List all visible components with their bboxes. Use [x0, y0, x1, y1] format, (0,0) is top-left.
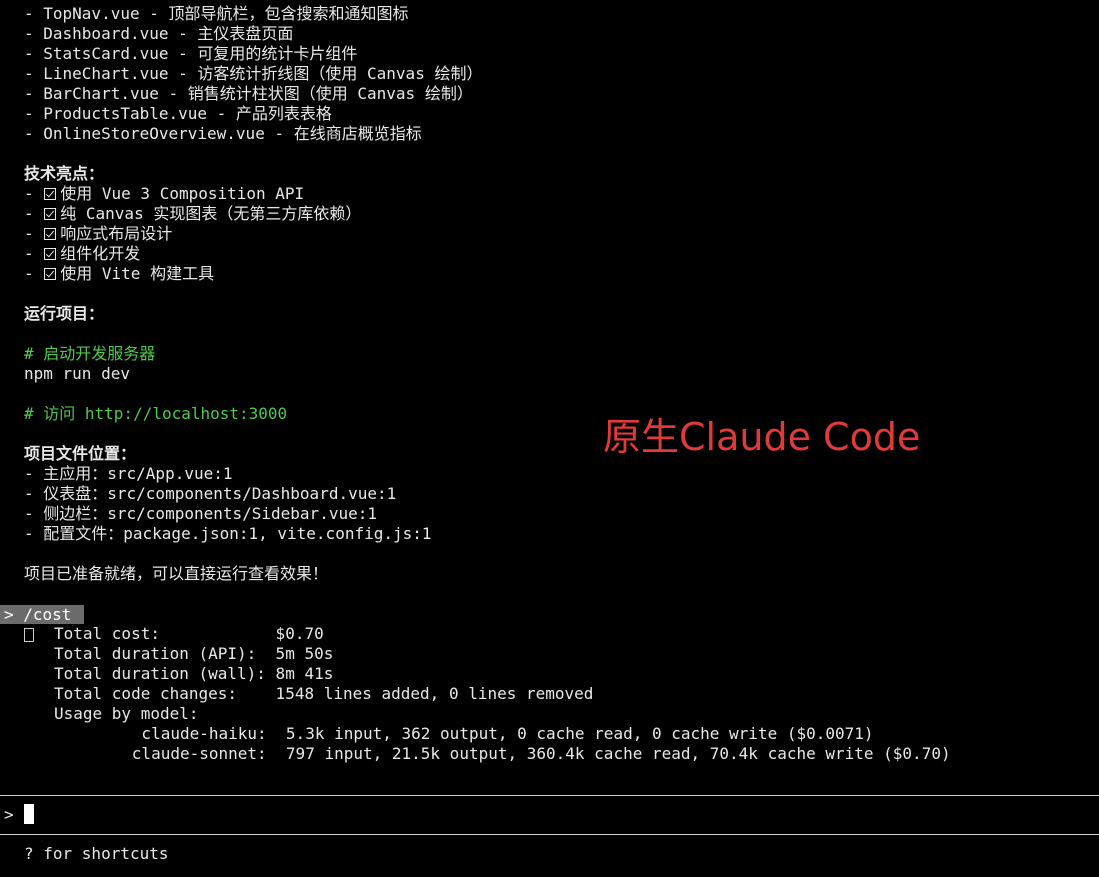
- cost-row: Total cost: $0.70: [54, 624, 324, 643]
- highlight-item-label: 使用 Vite 构建工具: [60, 264, 215, 283]
- ready-message: 项目已准备就绪，可以直接运行查看效果！: [24, 564, 329, 583]
- highlight-item: - 响应式布局设计: [24, 224, 173, 243]
- model-usage-row: claude-sonnet: 797 input, 21.5k output, …: [74, 744, 951, 763]
- checkbox-checked-icon: [44, 208, 57, 220]
- highlight-item: - 纯 Canvas 实现图表（无第三方库依赖）: [24, 204, 362, 223]
- component-list-item: - TopNav.vue - 顶部导航栏，包含搜索和通知图标: [24, 4, 409, 23]
- cost-row: Total code changes: 1548 lines added, 0 …: [54, 684, 594, 703]
- component-list-item: - StatsCard.vue - 可复用的统计卡片组件: [24, 44, 358, 63]
- overlay-caption: 原生Claude Code: [603, 415, 921, 459]
- run-heading: 运行项目：: [24, 304, 105, 323]
- highlight-item: - 使用 Vue 3 Composition API: [24, 184, 305, 203]
- cost-row: Usage by model:: [54, 704, 199, 723]
- highlights-heading: 技术亮点：: [24, 164, 105, 183]
- checkbox-checked-icon: [44, 188, 57, 200]
- cost-row: Total duration (API): 5m 50s: [54, 644, 334, 663]
- component-list-item: - OnlineStoreOverview.vue - 在线商店概览指标: [24, 124, 422, 143]
- component-list-item: - ProductsTable.vue - 产品列表表格: [24, 104, 332, 123]
- text-cursor[interactable]: [24, 804, 34, 824]
- file-location-item: - 主应用：src/App.vue:1: [24, 464, 233, 483]
- highlight-item: - 使用 Vite 构建工具: [24, 264, 215, 283]
- cost-row: Total duration (wall): 8m 41s: [54, 664, 334, 683]
- model-usage-row: claude-haiku: 5.3k input, 362 output, 0 …: [74, 724, 874, 743]
- checkbox-checked-icon: [44, 268, 57, 280]
- input-bottom-divider: [0, 834, 1099, 835]
- file-location-item: - 配置文件：package.json:1, vite.config.js:1: [24, 524, 432, 543]
- highlight-item-label: 使用 Vue 3 Composition API: [60, 184, 305, 203]
- highlight-item-label: 纯 Canvas 实现图表（无第三方库依赖）: [60, 204, 362, 223]
- component-list-item: - Dashboard.vue - 主仪表盘页面: [24, 24, 294, 43]
- component-list-item: - LineChart.vue - 访客统计折线图（使用 Canvas 绘制）: [24, 64, 483, 83]
- checkbox-checked-icon: [44, 228, 57, 240]
- shortcuts-hint: ? for shortcuts: [24, 844, 169, 863]
- run-comment-start: # 启动开发服务器: [24, 344, 156, 363]
- highlight-item: - 组件化开发: [24, 244, 141, 263]
- input-prompt-symbol: >: [4, 805, 14, 824]
- checkbox-checked-icon: [44, 248, 57, 260]
- cost-command: > /cost: [0, 605, 84, 624]
- result-marker-icon: [24, 628, 34, 642]
- run-command: npm run dev: [24, 364, 130, 383]
- file-location-item: - 仪表盘：src/components/Dashboard.vue:1: [24, 484, 397, 503]
- highlight-item-label: 响应式布局设计: [60, 224, 173, 243]
- highlight-item-label: 组件化开发: [60, 244, 141, 263]
- file-location-item: - 侧边栏：src/components/Sidebar.vue:1: [24, 504, 377, 523]
- files-heading: 项目文件位置：: [24, 444, 137, 463]
- terminal-window: - TopNav.vue - 顶部导航栏，包含搜索和通知图标 - Dashboa…: [0, 0, 1099, 877]
- component-list-item: - BarChart.vue - 销售统计柱状图（使用 Canvas 绘制）: [24, 84, 473, 103]
- input-top-divider: [0, 795, 1099, 796]
- run-comment-visit: # 访问 http://localhost:3000: [24, 404, 288, 423]
